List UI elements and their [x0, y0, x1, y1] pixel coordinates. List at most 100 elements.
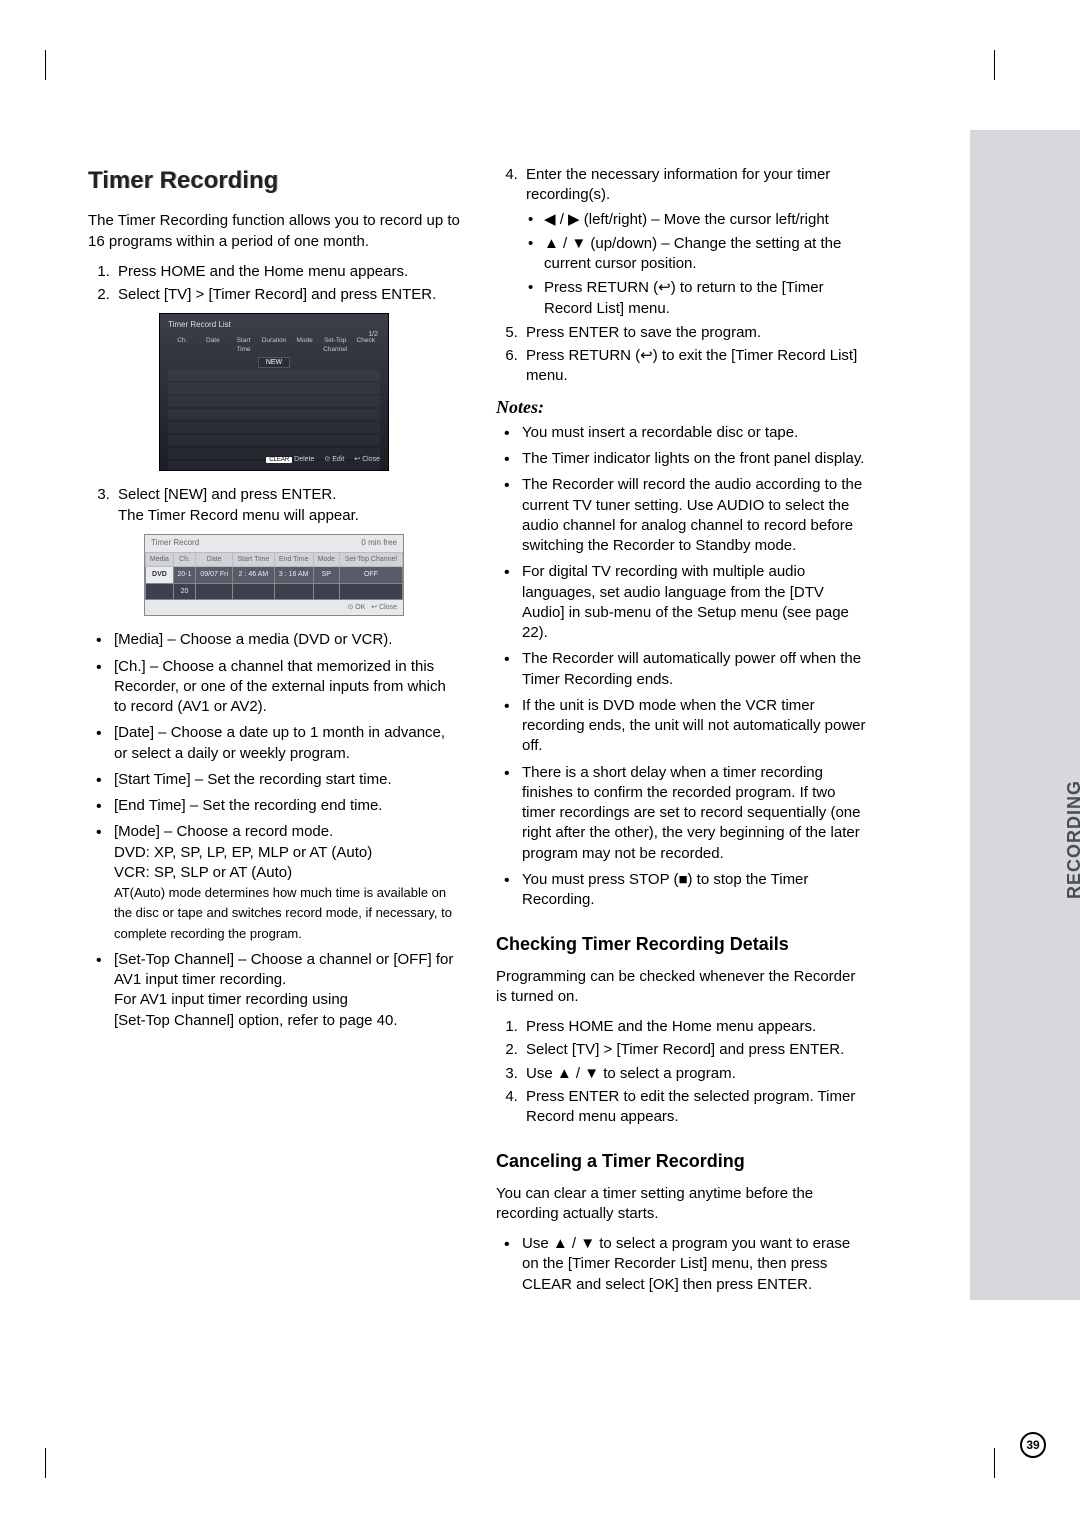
col: Duration — [260, 337, 289, 355]
line: [Set-Top Channel] – Choose a channel or … — [114, 951, 453, 988]
cancel-item: Use ▲ / ▼ to select a program you want t… — [522, 1234, 868, 1295]
step-item: Press RETURN (↩) to exit the [Timer Reco… — [522, 346, 868, 387]
new-button: NEW — [258, 357, 290, 368]
steps-list-c: Enter the necessary information for your… — [496, 165, 868, 387]
line: Select [NEW] and press ENTER. — [118, 486, 336, 503]
line: [Set-Top Channel] option, refer to page … — [114, 1012, 398, 1029]
field-item: [End Time] – Set the recording end time. — [114, 796, 460, 816]
step-item: Press HOME and the Home menu appears. — [522, 1017, 868, 1037]
edit-label: ⊙ Edit — [324, 455, 344, 464]
screenshot-title: Timer Record — [151, 538, 199, 549]
th: Media — [146, 552, 174, 566]
section-tab-label: RECORDING — [1062, 780, 1080, 899]
line: DVD: XP, SP, LP, EP, MLP or AT (Auto) — [114, 844, 372, 861]
field-item: [Mode] – Choose a record mode. DVD: XP, … — [114, 822, 460, 944]
cancel-title: Canceling a Timer Recording — [496, 1149, 868, 1173]
note-item: You must insert a recordable disc or tap… — [522, 423, 868, 443]
td: 20-1 — [173, 567, 195, 583]
col: Date — [199, 337, 228, 355]
note-item: You must press STOP (■) to stop the Time… — [522, 870, 868, 911]
timer-record-screenshot: Timer Record 0 min free Media Ch. Date S… — [144, 534, 404, 617]
screenshot-table-head: Ch. Date Start Time Duration Mode Set-To… — [168, 335, 380, 357]
notes-list: You must insert a recordable disc or tap… — [496, 423, 868, 911]
timer-record-list-screenshot: Timer Record List 1/2 Ch. Date Start Tim… — [159, 313, 389, 471]
close-label: ↩ Close — [371, 604, 397, 611]
td: 09/07 Fri — [196, 567, 233, 583]
th: Date — [196, 552, 233, 566]
screenshot-footer: CLEAR Delete ⊙ Edit ↩ Close — [266, 455, 380, 464]
field-item: [Ch.] – Choose a channel that memorized … — [114, 657, 460, 718]
screenshot-title: Timer Record List — [168, 320, 380, 331]
note-item: There is a short delay when a timer reco… — [522, 763, 868, 864]
col: Mode — [290, 337, 319, 355]
sub-item: Press RETURN (↩) to return to the [Timer… — [544, 278, 868, 319]
crop-mark — [45, 1448, 46, 1478]
cancel-list: Use ▲ / ▼ to select a program you want t… — [496, 1234, 868, 1295]
intro-text: The Timer Recording function allows you … — [88, 211, 460, 252]
screenshot-table: Media Ch. Date Start Time End Time Mode … — [145, 552, 403, 600]
right-column: Enter the necessary information for your… — [496, 165, 868, 1301]
th: Start Time — [233, 552, 275, 566]
line: Enter the necessary information for your… — [526, 166, 830, 203]
note-item: If the unit is DVD mode when the VCR tim… — [522, 696, 868, 757]
notes-header: Notes: — [496, 395, 868, 419]
line: [Mode] – Choose a record mode. — [114, 823, 333, 840]
ok-label: ⊙ OK — [348, 604, 366, 611]
field-list: [Media] – Choose a media (DVD or VCR). [… — [88, 630, 460, 1031]
td: 3 : 16 AM — [274, 567, 313, 583]
check-intro: Programming can be checked whenever the … — [496, 967, 868, 1008]
sub-item: ▲ / ▼ (up/down) – Change the setting at … — [544, 234, 868, 275]
close-label: ↩ Close — [354, 455, 380, 464]
th: End Time — [274, 552, 313, 566]
field-item: [Start Time] – Set the recording start t… — [114, 770, 460, 790]
sub-item: ◀ / ▶ (left/right) – Move the cursor lef… — [544, 210, 868, 230]
field-item: [Set-Top Channel] – Choose a channel or … — [114, 950, 460, 1031]
screenshot-page-indicator: 1/2 — [368, 330, 378, 339]
step-item: Select [TV] > [Timer Record] and press E… — [114, 285, 460, 305]
th: Set-Top Channel — [339, 552, 402, 566]
free-indicator: 0 min free — [361, 538, 397, 549]
note-item: The Timer indicator lights on the front … — [522, 449, 868, 469]
note: AT(Auto) mode determines how much time i… — [114, 885, 452, 941]
td: DVD — [146, 567, 174, 583]
check-steps: Press HOME and the Home menu appears. Se… — [496, 1017, 868, 1127]
th: Ch. — [173, 552, 195, 566]
check-title: Checking Timer Recording Details — [496, 932, 868, 956]
step-item: Press ENTER to edit the selected program… — [522, 1087, 868, 1128]
col: Ch. — [168, 337, 197, 355]
field-item: [Media] – Choose a media (DVD or VCR). — [114, 630, 460, 650]
crop-mark — [45, 50, 46, 80]
left-column: Timer Recording The Timer Recording func… — [88, 165, 460, 1301]
line: For AV1 input timer recording using — [114, 991, 348, 1008]
page-content: Timer Recording The Timer Recording func… — [88, 165, 868, 1301]
step-item: Press HOME and the Home menu appears. — [114, 262, 460, 282]
step-item: Use ▲ / ▼ to select a program. — [522, 1064, 868, 1084]
line: The Timer Record menu will appear. — [118, 507, 359, 524]
steps-list-a: Press HOME and the Home menu appears. Se… — [88, 262, 460, 306]
crop-mark — [994, 1448, 995, 1478]
field-item: [Date] – Choose a date up to 1 month in … — [114, 723, 460, 764]
step-item: Select [TV] > [Timer Record] and press E… — [522, 1040, 868, 1060]
col: Set-Top Channel — [321, 337, 350, 355]
step-item: Enter the necessary information for your… — [522, 165, 868, 319]
step-item: Press ENTER to save the program. — [522, 323, 868, 343]
td: 20 — [173, 583, 195, 599]
line: VCR: SP, SLP or AT (Auto) — [114, 864, 292, 881]
crop-mark — [994, 50, 995, 80]
note-item: For digital TV recording with multiple a… — [522, 562, 868, 643]
cancel-intro: You can clear a timer setting anytime be… — [496, 1184, 868, 1225]
section-tab: RECORDING — [970, 130, 1080, 1300]
steps-list-b: Select [NEW] and press ENTER. The Timer … — [88, 485, 460, 526]
page-title: Timer Recording — [88, 165, 460, 197]
td: SP — [313, 567, 339, 583]
col: Start Time — [229, 337, 258, 355]
sub-list: ◀ / ▶ (left/right) – Move the cursor lef… — [526, 210, 868, 319]
step-item: Select [NEW] and press ENTER. The Timer … — [114, 485, 460, 526]
clear-btn: CLEAR — [266, 457, 292, 463]
td: 2 : 46 AM — [233, 567, 275, 583]
note-item: The Recorder will automatically power of… — [522, 649, 868, 690]
note-item: The Recorder will record the audio accor… — [522, 475, 868, 556]
page-number: 39 — [1020, 1432, 1046, 1458]
delete-label: Delete — [294, 456, 314, 463]
th: Mode — [313, 552, 339, 566]
